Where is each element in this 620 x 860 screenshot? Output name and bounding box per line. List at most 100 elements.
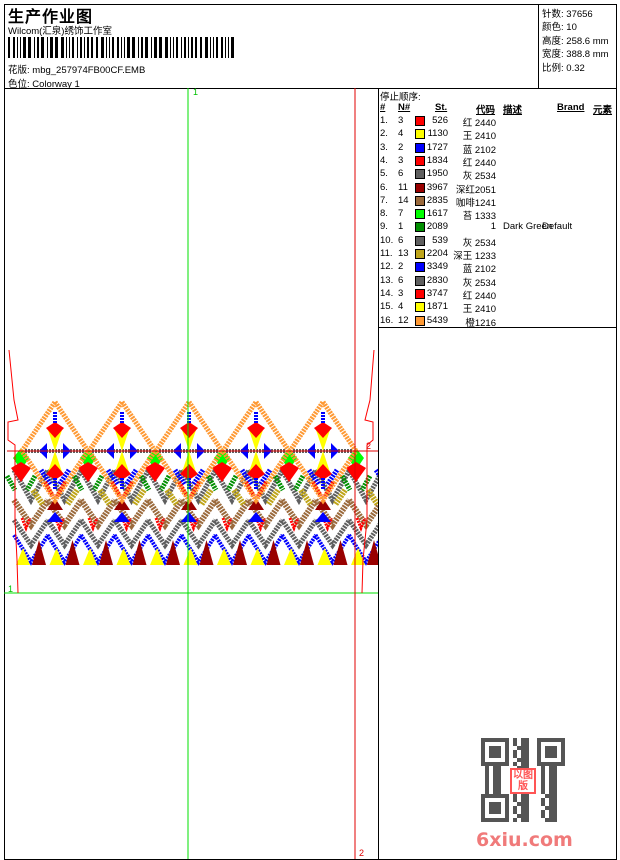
watermark-logo: 6xiu.com (476, 829, 573, 851)
row-index: 1. (380, 115, 388, 126)
row-needle: 2 (398, 261, 404, 273)
row-code: 蓝 2102 (462, 264, 496, 276)
darkgreen-stroke (91, 474, 105, 492)
seal-stamp: 以图版 (510, 768, 536, 794)
info-width: 宽度: 388.8 mm (542, 49, 609, 61)
stop-row: 4. 3 1834 红 2440 (380, 154, 616, 169)
row-needle: 13 (398, 248, 409, 259)
row-stitches: 1130 (427, 128, 448, 140)
row-needle: 3 (398, 115, 404, 126)
red-chevron (145, 462, 165, 482)
row-index: 7. (380, 194, 388, 206)
row-code: 苔 1333 (462, 211, 496, 223)
row-index: 9. (380, 221, 388, 233)
row-code: 深红2051 (455, 184, 496, 196)
row-code: 灰 2534 (462, 277, 496, 289)
stop-row: 2. 4 1130 王 2410 (380, 128, 616, 142)
row-stitches: 2830 (426, 274, 448, 286)
embroidery-preview: 1 1 2 2 (4, 88, 378, 859)
stop-row: 3. 2 1727 蓝 2102 (380, 141, 616, 156)
row-stitches: 3349 (426, 261, 448, 273)
barcode (8, 37, 234, 58)
info-height: 高度: 258.6 mm (542, 35, 609, 47)
row-needle: 6 (398, 274, 404, 286)
red-v-label: 2 (359, 848, 364, 858)
row-index: 16. (380, 314, 394, 326)
panel-divider (378, 88, 379, 860)
row-needle: 14 (398, 194, 409, 206)
stop-row: 13. 6 2830 灰 2534 (380, 274, 616, 289)
stop-row: 15. 4 1871 王 2410 (380, 301, 616, 315)
company-name: Wilcom(汇泉)绣饰工作室 (8, 26, 112, 37)
row-index: 4. (380, 154, 388, 166)
row-index: 13. (380, 274, 394, 286)
row-index: 15. (380, 301, 394, 313)
red-chevron (11, 462, 31, 482)
row-index: 6. (380, 181, 388, 193)
red-chevron (212, 462, 232, 482)
red-chevron (346, 462, 366, 482)
red-chevron (279, 462, 299, 482)
row-stitches: 3967 (426, 181, 448, 193)
stop-row: 9. 1 2089 1 Dark Green Default (380, 221, 616, 234)
row-stitches: 539 (432, 234, 448, 246)
row-needle: 11 (398, 181, 408, 193)
stop-sequence-header: # N# St. 代码 描述 Brand 元素 (380, 102, 613, 116)
darkgreen-stroke (4, 474, 18, 492)
row-stitches: 1834 (426, 154, 448, 166)
darkgreen-stroke (158, 474, 172, 492)
red-motif (180, 422, 198, 438)
red-motif (46, 422, 64, 438)
row-brand: Default (542, 221, 573, 233)
stop-row: 14. 3 3747 红 2440 (380, 287, 616, 302)
pattern-filename: mbg_257974FB00CF.EMB (32, 65, 146, 76)
row-stitches: 2089 (426, 221, 448, 233)
darkgreen-stroke (359, 474, 373, 492)
green-h-label: 1 (8, 584, 13, 594)
row-stitches: 2835 (426, 194, 448, 206)
row-code: 咖啡1241 (455, 197, 496, 209)
row-code: 1 (490, 221, 496, 233)
row-needle: 6 (398, 234, 404, 246)
row-stitches: 1617 (426, 208, 448, 220)
row-code: 橙1216 (465, 317, 496, 329)
row-index: 10. (380, 234, 394, 246)
row-index: 2. (380, 128, 388, 140)
row-needle: 3 (398, 154, 404, 166)
stop-sequence-title: 停止顺序: (380, 92, 421, 103)
brown-zigzag (346, 498, 378, 531)
stop-row: 16. 12 5439 橙1216 (380, 314, 616, 329)
red-h-label: 2 (366, 441, 371, 451)
row-code: 红 2440 (462, 118, 496, 129)
darkgreen-stroke (225, 474, 239, 492)
stop-row: 6. 11 3967 深红2051 (380, 181, 616, 196)
info-scale: 比例: 0.32 (542, 62, 585, 74)
row-needle: 7 (398, 208, 404, 220)
stop-row: 12. 2 3349 蓝 2102 (380, 261, 616, 276)
row-needle: 1 (398, 221, 404, 233)
green-v-label: 1 (193, 88, 198, 97)
red-motif (247, 422, 265, 438)
row-stitches: 526 (432, 115, 448, 126)
row-needle: 3 (398, 287, 404, 299)
design-info: 针数: 37656 颜色: 10 高度: 258.6 mm 宽度: 388.8 … (538, 4, 617, 89)
darkgreen-stroke (292, 474, 306, 492)
row-stitches: 1727 (426, 141, 448, 153)
red-chevron (78, 462, 98, 482)
row-code: 红 2440 (462, 157, 496, 169)
row-needle: 2 (398, 141, 404, 153)
row-index: 5. (380, 168, 388, 180)
stop-row: 5. 6 1950 灰 2534 (380, 168, 616, 183)
stop-row: 1. 3 526 红 2440 (380, 115, 616, 129)
row-index: 8. (380, 208, 388, 220)
stop-row: 7. 14 2835 咖啡1241 (380, 194, 616, 209)
row-stitches: 1871 (426, 301, 448, 313)
row-needle: 4 (398, 128, 404, 140)
red-motif (113, 422, 131, 438)
row-code: 灰 2534 (462, 237, 496, 249)
row-code: 蓝 2102 (462, 144, 496, 156)
row-code: 灰 2534 (462, 171, 496, 183)
darkgreen-stroke (24, 474, 38, 492)
row-index: 14. (380, 287, 394, 299)
row-index: 12. (380, 261, 394, 273)
